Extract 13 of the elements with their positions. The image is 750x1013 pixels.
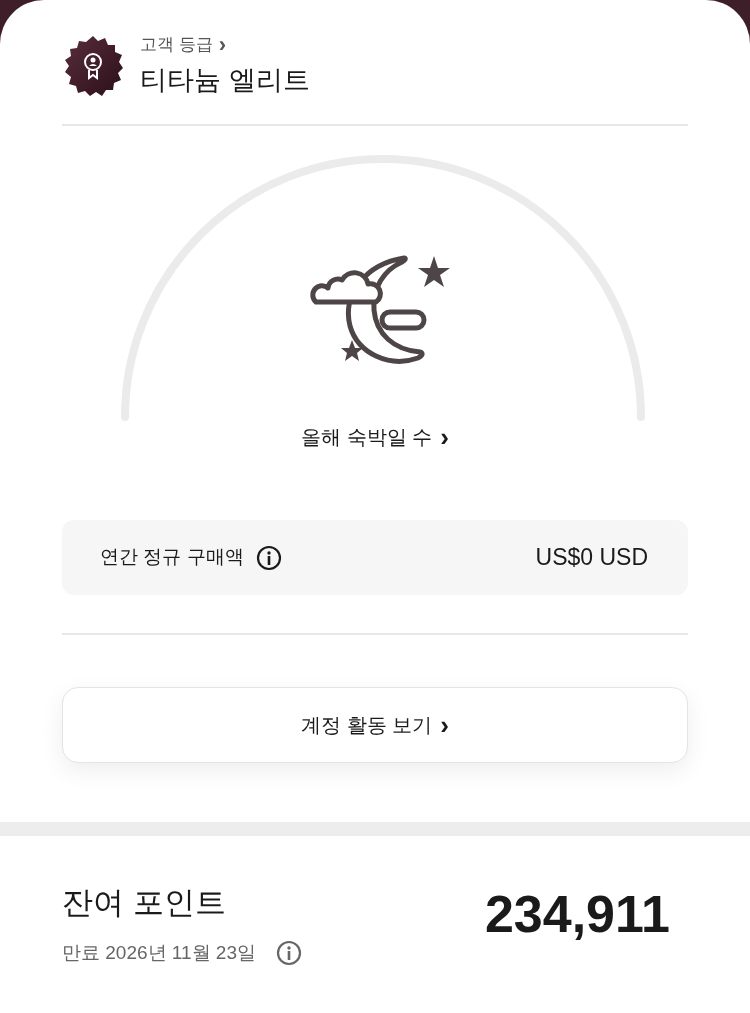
purchase-value: US$0 USD — [535, 543, 648, 573]
purchase-label: 연간 정규 구매액 — [100, 545, 244, 570]
chevron-icon: › — [218, 33, 227, 56]
tier-name: 티타늄 엘리트 — [140, 63, 310, 97]
info-icon[interactable] — [255, 544, 282, 571]
tier-label[interactable]: 고객 등급 — [140, 32, 213, 58]
nights-label[interactable]: 올해 숙박일 수 — [301, 422, 433, 452]
account-activity-button[interactable]: 계정 활동 보기 › — [62, 687, 688, 763]
points-label: 잔여 포인트 — [62, 884, 227, 922]
points-value: 234,911 — [484, 884, 670, 945]
badge-icon — [62, 35, 124, 97]
expiry-date: 만료 2026년 11월 23일 — [62, 940, 256, 965]
chevron-icon: › — [440, 424, 449, 450]
